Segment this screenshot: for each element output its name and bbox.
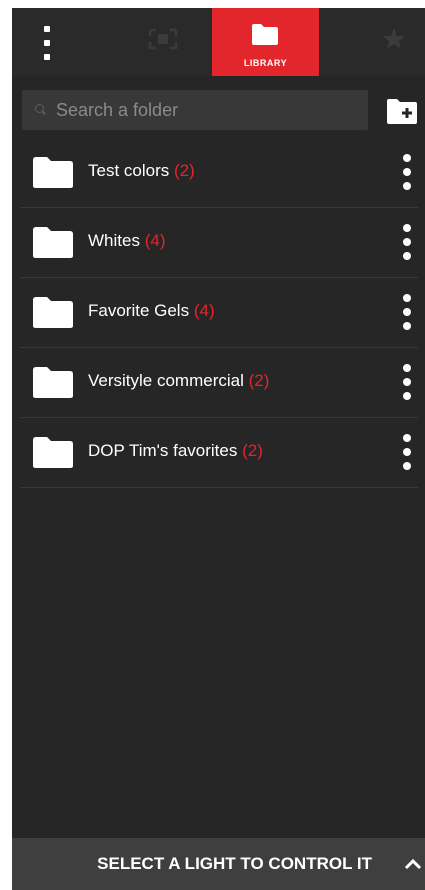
folder-item[interactable]: Test colors (2)	[20, 138, 418, 208]
folder-icon	[33, 157, 73, 188]
tab-favorites[interactable]	[319, 8, 425, 76]
select-light-label: SELECT A LIGHT TO CONTROL IT	[97, 854, 372, 873]
folder-icon	[33, 297, 73, 328]
search-icon	[35, 104, 44, 113]
folder-count: (2)	[242, 441, 263, 460]
folder-count: (2)	[173, 161, 195, 180]
folder-icon	[252, 24, 278, 45]
more-vertical-icon[interactable]	[396, 224, 418, 260]
tab-position[interactable]	[118, 8, 212, 76]
folder-name: Test colors (2)	[88, 161, 195, 180]
folder-name: DOP Tim's favorites (2)	[88, 441, 263, 460]
folder-list: Test colors (2) Whites (4) Favorite Gels…	[20, 138, 418, 488]
folder-icon	[33, 367, 73, 398]
folder-icon	[33, 437, 73, 468]
folder-name: Favorite Gels (4)	[88, 301, 215, 320]
select-light-bar[interactable]: SELECT A LIGHT TO CONTROL IT	[12, 838, 425, 890]
folder-icon	[33, 227, 73, 258]
more-vertical-icon[interactable]	[396, 364, 418, 400]
folder-item[interactable]: Favorite Gels (4)	[20, 278, 418, 348]
folder-name: Whites (4)	[88, 231, 166, 250]
folder-count: (4)	[193, 301, 215, 320]
add-folder-button[interactable]	[385, 96, 419, 126]
favorite-icon	[383, 28, 405, 49]
folder-count: (2)	[248, 371, 270, 390]
app-window: LIBRARY Search a folder Test colors (2) …	[12, 8, 425, 890]
top-navigation-bar: LIBRARY	[12, 8, 425, 76]
more-vertical-icon[interactable]	[396, 294, 418, 330]
search-placeholder: Search a folder	[56, 100, 179, 120]
chevron-up-icon[interactable]	[404, 858, 422, 870]
folder-count: (4)	[144, 231, 166, 250]
folder-item[interactable]: Versityle commercial (2)	[20, 348, 418, 418]
folder-add-icon	[387, 99, 417, 124]
more-vertical-icon[interactable]	[396, 154, 418, 190]
position-icon	[148, 28, 178, 50]
more-vertical-icon[interactable]	[396, 434, 418, 470]
search-input[interactable]: Search a folder	[22, 90, 368, 130]
more-vertical-icon[interactable]	[40, 26, 54, 60]
tab-library-label: LIBRARY	[243, 58, 288, 68]
tab-library[interactable]: LIBRARY	[212, 8, 319, 76]
folder-item[interactable]: Whites (4)	[20, 208, 418, 278]
folder-item[interactable]: DOP Tim's favorites (2)	[20, 418, 418, 488]
folder-name: Versityle commercial (2)	[88, 371, 270, 390]
